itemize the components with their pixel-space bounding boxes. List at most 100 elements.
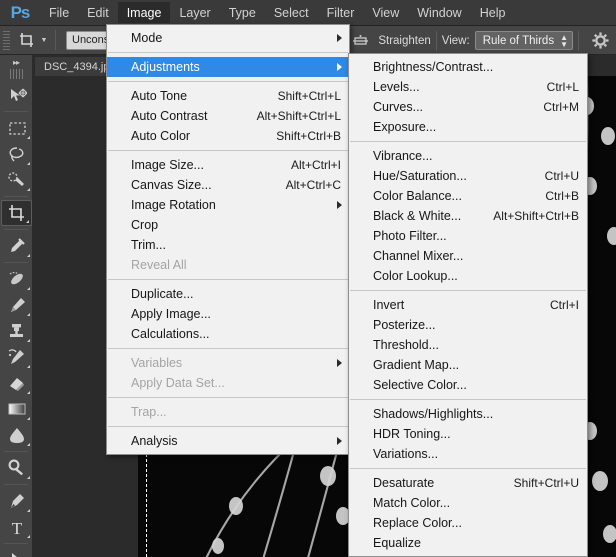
crop-tool[interactable] xyxy=(1,200,32,226)
quick-selection-tool[interactable] xyxy=(1,167,32,193)
menu-item-vibrance[interactable]: Vibrance... xyxy=(349,146,587,166)
menu-item-equalize[interactable]: Equalize xyxy=(349,533,587,553)
straighten-label[interactable]: Straighten xyxy=(378,35,430,47)
menu-item-brightness-contrast[interactable]: Brightness/Contrast... xyxy=(349,57,587,77)
menu-item-label: Image Rotation xyxy=(131,198,216,212)
tool-separator xyxy=(4,451,28,452)
menu-item-invert[interactable]: Invert Ctrl+I xyxy=(349,295,587,315)
menu-bar-item-file[interactable]: File xyxy=(40,2,78,23)
menu-item-shadows-highlights[interactable]: Shadows/Highlights... xyxy=(349,404,587,424)
crop-overlay-select[interactable]: Rule of Thirds ▲ ▼ xyxy=(474,31,573,50)
tools-panel-grip[interactable] xyxy=(9,69,23,79)
submenu-arrow-icon xyxy=(337,34,342,42)
menu-bar-item-filter[interactable]: Filter xyxy=(318,2,364,23)
marquee-tool[interactable] xyxy=(1,115,32,141)
menu-item-replace-color[interactable]: Replace Color... xyxy=(349,513,587,533)
menu-bar-item-select[interactable]: Select xyxy=(265,2,318,23)
path-selection-tool[interactable] xyxy=(1,547,32,557)
adjustments-submenu: Brightness/Contrast... Levels... Ctrl+L Cur… xyxy=(348,53,588,557)
menu-item-threshold[interactable]: Threshold... xyxy=(349,335,587,355)
gear-icon[interactable] xyxy=(588,30,612,52)
tool-group-indicator-icon xyxy=(27,188,30,191)
menu-item-curves[interactable]: Curves... Ctrl+M xyxy=(349,97,587,117)
gradient-tool[interactable] xyxy=(1,396,32,422)
menu-item-shortcut: Ctrl+L xyxy=(546,80,579,94)
menu-item-image-size[interactable]: Image Size... Alt+Ctrl+I xyxy=(107,155,349,175)
menu-item-exposure[interactable]: Exposure... xyxy=(349,117,587,137)
menu-item-match-color[interactable]: Match Color... xyxy=(349,493,587,513)
menu-bar-item-help[interactable]: Help xyxy=(471,2,515,23)
menu-item-trim[interactable]: Trim... xyxy=(107,235,349,255)
menu-separator xyxy=(108,150,348,151)
menu-item-auto-color[interactable]: Auto Color Shift+Ctrl+B xyxy=(107,126,349,146)
menu-item-shortcut: Ctrl+I xyxy=(549,298,579,312)
menu-item-mode[interactable]: Mode xyxy=(107,28,349,48)
blur-tool[interactable] xyxy=(1,422,32,448)
healing-brush-tool[interactable] xyxy=(1,266,32,292)
clone-stamp-tool[interactable] xyxy=(1,318,32,344)
menu-bar-item-type[interactable]: Type xyxy=(220,2,265,23)
tool-group-indicator-icon xyxy=(27,162,30,165)
menu-item-auto-tone[interactable]: Auto Tone Shift+Ctrl+L xyxy=(107,86,349,106)
menu-item-color-lookup[interactable]: Color Lookup... xyxy=(349,266,587,286)
menu-item-label: Levels... xyxy=(373,80,420,94)
menu-item-calculations[interactable]: Calculations... xyxy=(107,324,349,344)
menu-bar-item-view[interactable]: View xyxy=(363,2,408,23)
menu-item-image-rotation[interactable]: Image Rotation xyxy=(107,195,349,215)
menu-item-gradient-map[interactable]: Gradient Map... xyxy=(349,355,587,375)
menu-item-hue-saturation[interactable]: Hue/Saturation... Ctrl+U xyxy=(349,166,587,186)
menu-item-adjustments[interactable]: Adjustments xyxy=(107,57,349,77)
menu-item-crop[interactable]: Crop xyxy=(107,215,349,235)
menu-bar-item-layer[interactable]: Layer xyxy=(170,2,219,23)
menu-item-reveal-all: Reveal All xyxy=(107,255,349,275)
menu-item-hdr-toning[interactable]: HDR Toning... xyxy=(349,424,587,444)
menu-item-label: Image Size... xyxy=(131,158,204,172)
menu-item-label: Curves... xyxy=(373,100,424,114)
brush-tool[interactable] xyxy=(1,292,32,318)
menu-item-desaturate[interactable]: Desaturate Shift+Ctrl+U xyxy=(349,473,587,493)
tool-separator xyxy=(4,484,28,485)
menu-item-photo-filter[interactable]: Photo Filter... xyxy=(349,226,587,246)
history-brush-tool[interactable] xyxy=(1,344,32,370)
menu-item-analysis[interactable]: Analysis xyxy=(107,431,349,451)
menu-item-label: Auto Contrast xyxy=(131,109,208,123)
select-arrows-icon: ▲ ▼ xyxy=(560,32,568,49)
menu-item-channel-mixer[interactable]: Channel Mixer... xyxy=(349,246,587,266)
straighten-icon[interactable] xyxy=(348,30,372,52)
svg-text:T: T xyxy=(11,519,22,537)
menu-separator xyxy=(108,397,348,398)
collapse-panel-icon[interactable]: ▸▸ xyxy=(0,55,32,69)
type-tool[interactable]: T xyxy=(1,514,32,540)
menu-item-black-white[interactable]: Black & White... Alt+Shift+Ctrl+B xyxy=(349,206,587,226)
menu-item-color-balance[interactable]: Color Balance... Ctrl+B xyxy=(349,186,587,206)
menu-separator xyxy=(350,141,586,142)
menu-item-apply-image[interactable]: Apply Image... xyxy=(107,304,349,324)
menu-item-label: Adjustments xyxy=(131,60,200,74)
lasso-tool[interactable] xyxy=(1,141,32,167)
move-tool[interactable] xyxy=(1,82,32,108)
dodge-tool[interactable] xyxy=(1,455,32,481)
crop-tool-icon[interactable] xyxy=(14,29,38,51)
options-bar-right-group: Straighten View: Rule of Thirds ▲ ▼ xyxy=(344,26,612,55)
eraser-tool[interactable] xyxy=(1,370,32,396)
submenu-arrow-icon xyxy=(337,437,342,445)
menu-item-canvas-size[interactable]: Canvas Size... Alt+Ctrl+C xyxy=(107,175,349,195)
tool-preset-chevron-down-icon[interactable]: ▼ xyxy=(38,29,50,51)
menu-bar-item-window[interactable]: Window xyxy=(408,2,470,23)
menu-bar-item-edit[interactable]: Edit xyxy=(78,2,118,23)
menu-item-duplicate[interactable]: Duplicate... xyxy=(107,284,349,304)
options-bar-grip[interactable] xyxy=(3,30,10,50)
pen-tool[interactable] xyxy=(1,488,32,514)
menu-item-variations[interactable]: Variations... xyxy=(349,444,587,464)
menu-bar-item-image[interactable]: Image xyxy=(117,2,171,23)
menu-item-posterize[interactable]: Posterize... xyxy=(349,315,587,335)
submenu-arrow-icon xyxy=(337,63,342,71)
menu-item-levels[interactable]: Levels... Ctrl+L xyxy=(349,77,587,97)
menu-item-auto-contrast[interactable]: Auto Contrast Alt+Shift+Ctrl+L xyxy=(107,106,349,126)
menu-item-shortcut: Ctrl+B xyxy=(545,189,579,203)
menu-item-label: Auto Tone xyxy=(131,89,188,103)
menu-item-selective-color[interactable]: Selective Color... xyxy=(349,375,587,395)
eyedropper-tool[interactable] xyxy=(1,233,32,259)
menu-item-label: Apply Image... xyxy=(131,307,211,321)
tool-list: T xyxy=(0,82,32,557)
